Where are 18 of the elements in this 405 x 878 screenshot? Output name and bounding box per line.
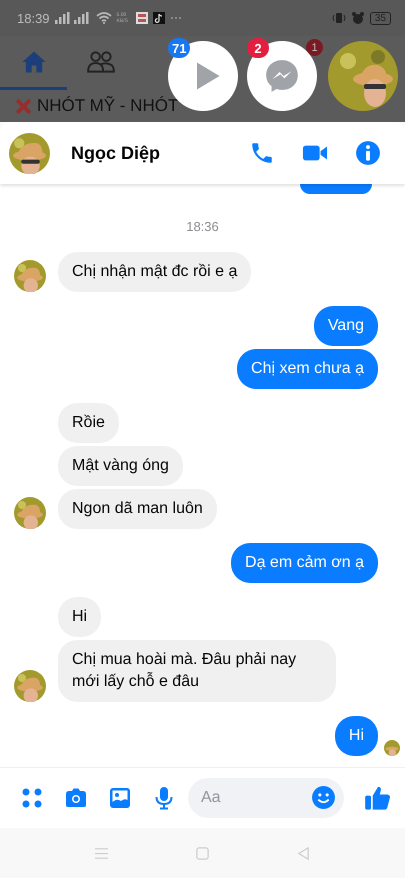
notification-badge: 1 xyxy=(306,39,323,56)
count-badge: 2 xyxy=(247,38,269,58)
message-bubble: Chị xem chưa ạ xyxy=(237,349,378,389)
message-bubble: Chị nhận mật đc rồi e ạ xyxy=(58,252,252,292)
message-bubble: Rồie xyxy=(58,403,119,443)
message-bubble: Chị mua hoài mà. Đâu phải nay mới lấy chỗ e đâu xyxy=(58,640,336,702)
status-time: 18:39 xyxy=(17,10,50,26)
message-bubble: Hi xyxy=(334,716,378,756)
post-title: NHÓT MỸ - NHÓT xyxy=(37,96,178,116)
message-bubble: Dạ em cảm ơn ạ xyxy=(231,543,378,583)
count-badge: 71 xyxy=(168,38,190,58)
message-bubble: Vang xyxy=(314,306,378,346)
message-bubble: Hi xyxy=(58,597,102,637)
contact-name: Ngọc Diệp xyxy=(71,142,162,164)
message-input[interactable]: Aa xyxy=(188,778,344,818)
message-bubble: Mật vàng óng xyxy=(58,446,183,486)
timestamp: 18:36 xyxy=(185,218,220,236)
message-bubble: Ngon dã man luôn xyxy=(58,489,217,529)
